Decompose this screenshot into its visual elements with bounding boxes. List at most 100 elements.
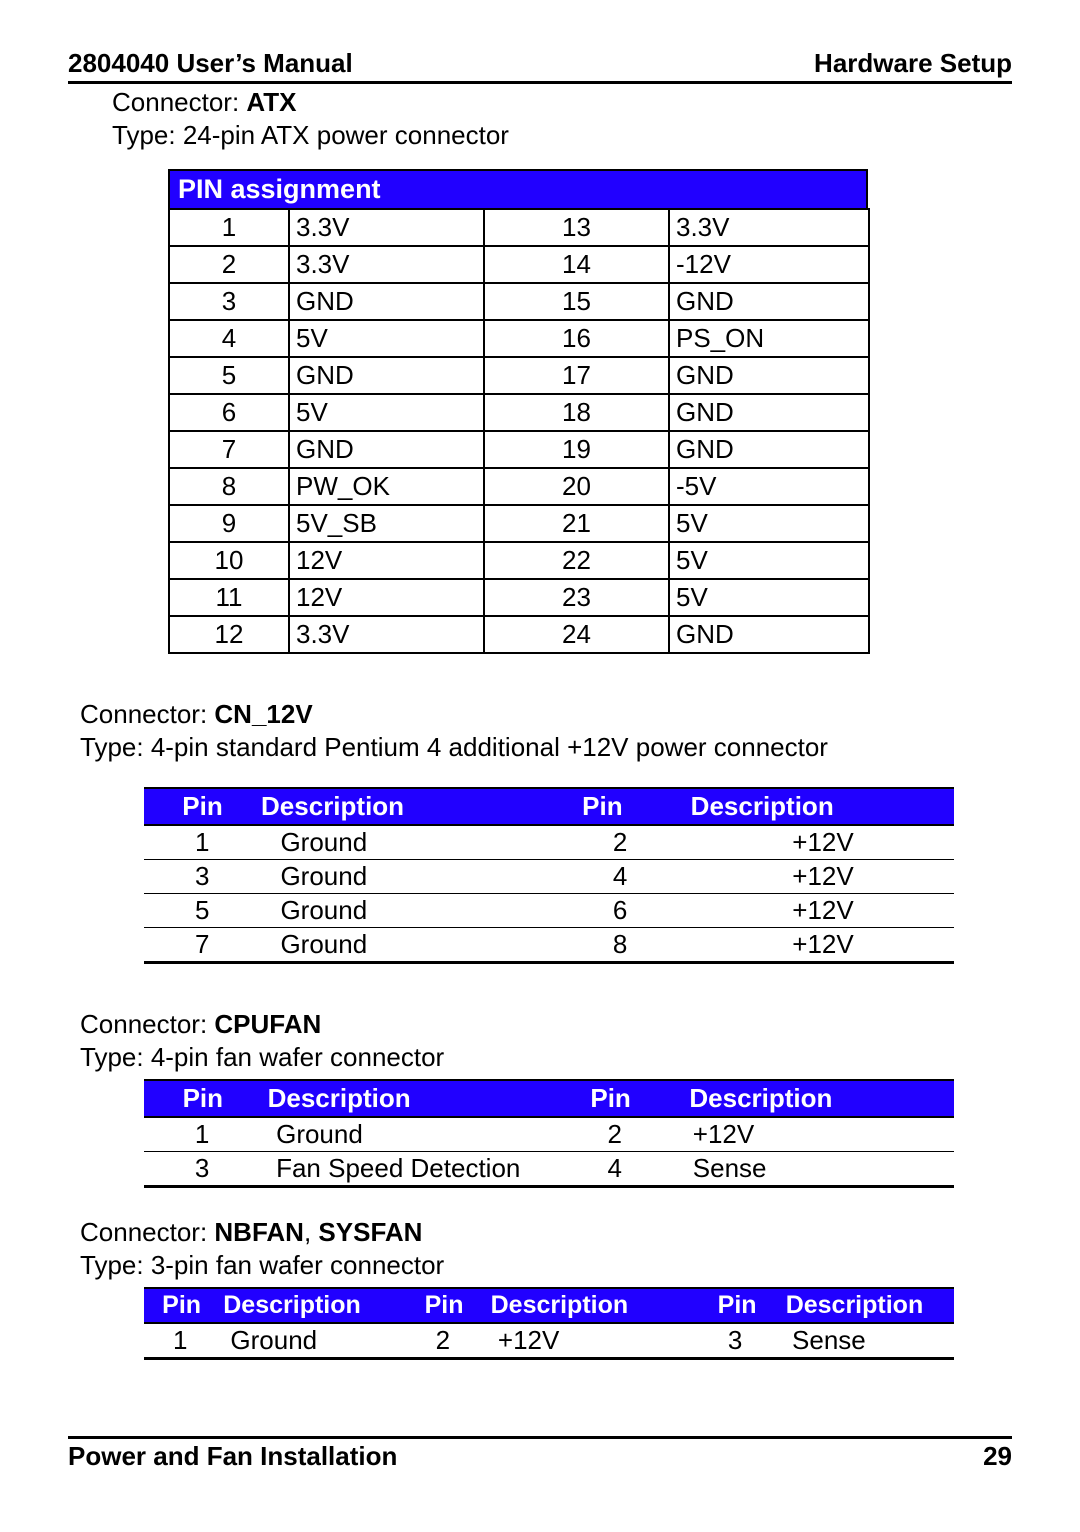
cpufan-h2: Description: [262, 1083, 552, 1114]
pin-b: 8: [552, 929, 688, 960]
pin-a: 1: [144, 827, 260, 858]
atx-row: 65V18GND: [170, 395, 870, 432]
atx-pin-b: 13: [485, 210, 670, 247]
atx-desc-b: GND: [670, 432, 870, 469]
cn12v-h1: Pin: [144, 791, 261, 822]
atx-desc-a: GND: [290, 358, 485, 395]
atx-desc-b: GND: [670, 358, 870, 395]
desc-a: Ground: [260, 1119, 557, 1150]
pin-a: 1: [144, 1325, 216, 1356]
atx-pin-b: 23: [485, 580, 670, 617]
pin-b: 6: [552, 895, 688, 926]
desc-b: +12V: [688, 895, 954, 926]
cpufan-h3: Pin: [552, 1083, 670, 1114]
cpufan-header-row: Pin Description Pin Description: [144, 1079, 954, 1118]
atx-desc-a: 12V: [290, 543, 485, 580]
desc-a: Fan Speed Detection: [260, 1153, 557, 1184]
atx-table: 13.3V133.3V23.3V14-12V3GND15GND45V16PS_O…: [168, 208, 870, 654]
atx-desc-a: 5V: [290, 395, 485, 432]
atx-pin-a: 8: [170, 469, 290, 506]
cpufan-h1: Pin: [144, 1083, 262, 1114]
atx-desc-a: 12V: [290, 580, 485, 617]
atx-row: 7GND19GND: [170, 432, 870, 469]
desc-a: Ground: [216, 1325, 402, 1356]
nbfan-h5: Pin: [693, 1291, 782, 1320]
atx-pin-a: 4: [170, 321, 290, 358]
cpufan-intro: Connector: CPUFAN Type: 4-pin fan wafer …: [80, 1008, 1012, 1073]
nbfan-connector-prefix: Connector:: [80, 1217, 214, 1247]
table-row: 3Ground4+12V: [144, 860, 954, 894]
atx-row: 1112V235V: [170, 580, 870, 617]
cpufan-type: Type: 4-pin fan wafer connector: [80, 1042, 444, 1072]
atx-desc-a: 3.3V: [290, 617, 485, 654]
atx-pin-b: 14: [485, 247, 670, 284]
atx-desc-a: GND: [290, 284, 485, 321]
atx-connector-prefix: Connector:: [112, 87, 246, 117]
atx-pin-b: 21: [485, 506, 670, 543]
table-row: 7Ground8+12V: [144, 928, 954, 964]
atx-pin-b: 17: [485, 358, 670, 395]
atx-pin-b: 18: [485, 395, 670, 432]
atx-intro: Connector: ATX Type: 24-pin ATX power co…: [112, 86, 1012, 151]
atx-pin-a: 9: [170, 506, 290, 543]
atx-row: 95V_SB215V: [170, 506, 870, 543]
pin-a: 7: [144, 929, 260, 960]
atx-row: 5GND17GND: [170, 358, 870, 395]
cpufan-connector-prefix: Connector:: [80, 1009, 214, 1039]
cn12v-h3: Pin: [534, 791, 671, 822]
page-footer: Power and Fan Installation 29: [68, 1436, 1012, 1472]
nbfan-header-row: Pin Description Pin Description Pin Desc…: [144, 1287, 954, 1324]
atx-desc-b: GND: [670, 617, 870, 654]
pin-b: 2: [402, 1325, 484, 1356]
pin-a: 1: [144, 1119, 260, 1150]
atx-pin-a: 1: [170, 210, 290, 247]
nbfan-connector-name2: SYSFAN: [318, 1217, 422, 1247]
table-row: 5Ground6+12V: [144, 894, 954, 928]
pin-a: 5: [144, 895, 260, 926]
atx-desc-a: 3.3V: [290, 247, 485, 284]
atx-desc-b: GND: [670, 284, 870, 321]
desc-a: Ground: [260, 827, 552, 858]
desc-c: Sense: [778, 1325, 954, 1356]
atx-connector-name: ATX: [246, 87, 296, 117]
atx-desc-b: PS_ON: [670, 321, 870, 358]
pin-c: 3: [692, 1325, 778, 1356]
footer-left: Power and Fan Installation: [68, 1441, 397, 1472]
atx-pin-a: 10: [170, 543, 290, 580]
nbfan-type: Type: 3-pin fan wafer connector: [80, 1250, 444, 1280]
atx-row: 3GND15GND: [170, 284, 870, 321]
nbfan-h4: Description: [487, 1291, 693, 1320]
atx-row: 123.3V24GND: [170, 617, 870, 654]
atx-desc-a: 3.3V: [290, 210, 485, 247]
atx-row: 13.3V133.3V: [170, 210, 870, 247]
atx-pin-a: 12: [170, 617, 290, 654]
atx-row: 45V16PS_ON: [170, 321, 870, 358]
desc-a: Ground: [260, 861, 552, 892]
atx-row: 8PW_OK20-5V: [170, 469, 870, 506]
desc-a: Ground: [260, 929, 552, 960]
nbfan-table: Pin Description Pin Description Pin Desc…: [144, 1287, 954, 1360]
atx-desc-a: 5V_SB: [290, 506, 485, 543]
atx-pin-a: 2: [170, 247, 290, 284]
atx-pin-b: 20: [485, 469, 670, 506]
header-left: 2804040 User’s Manual: [68, 48, 353, 79]
cn12v-h4: Description: [671, 791, 954, 822]
nbfan-intro: Connector: NBFAN, SYSFAN Type: 3-pin fan…: [80, 1216, 1012, 1281]
table-row: 1Ground2+12V3Sense: [144, 1324, 954, 1360]
nbfan-connector-name: NBFAN: [214, 1217, 304, 1247]
atx-pin-b: 15: [485, 284, 670, 321]
atx-pin-b: 19: [485, 432, 670, 469]
desc-b: +12V: [688, 861, 954, 892]
nbfan-connector-sep: ,: [304, 1217, 318, 1247]
atx-table-wrap: PIN assignment 13.3V133.3V23.3V14-12V3GN…: [168, 169, 868, 654]
table-row: 3Fan Speed Detection4Sense: [144, 1152, 954, 1188]
atx-pin-a: 6: [170, 395, 290, 432]
cn12v-connector-prefix: Connector:: [80, 699, 214, 729]
atx-desc-a: GND: [290, 432, 485, 469]
atx-pin-a: 11: [170, 580, 290, 617]
nbfan-h6: Description: [782, 1291, 954, 1320]
desc-b: +12V: [484, 1325, 692, 1356]
cpufan-connector-name: CPUFAN: [214, 1009, 321, 1039]
atx-desc-b: 5V: [670, 506, 870, 543]
manual-page: 2804040 User’s Manual Hardware Setup Con…: [0, 0, 1080, 1532]
